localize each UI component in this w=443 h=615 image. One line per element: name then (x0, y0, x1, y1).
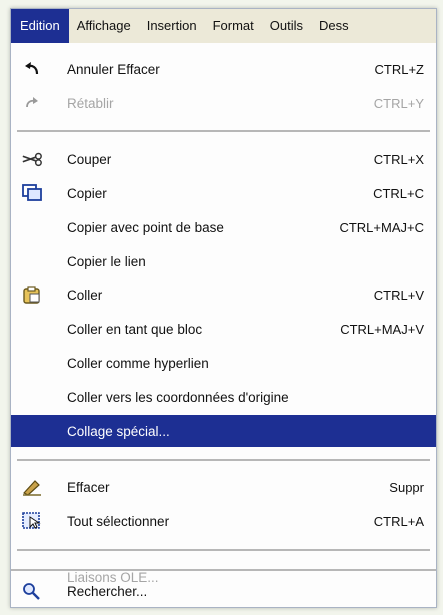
menu-bar: Edition Affichage Insertion Format Outil… (11, 9, 436, 44)
menu-separator (17, 130, 430, 132)
menu-item-coller[interactable]: Coller CTRL+V (11, 279, 436, 311)
menu-item-copier-avec-point-de-base[interactable]: Copier avec point de base CTRL+MAJ+C (11, 211, 436, 243)
menu-item-copier-le-lien[interactable]: Copier le lien (11, 245, 436, 277)
paste-icon (21, 285, 43, 305)
menu-item-annuler-effacer[interactable]: Annuler Effacer CTRL+Z (11, 53, 436, 85)
undo-icon (21, 59, 43, 79)
menu-item-effacer[interactable]: Effacer Suppr (11, 471, 436, 503)
menubar-item-dess[interactable]: Dess (311, 9, 357, 43)
search-icon (21, 581, 43, 601)
copy-icon (21, 183, 43, 203)
edition-dropdown-menu: Annuler Effacer CTRL+Z Rétablir CTRL+Y C… (11, 43, 436, 607)
menu-item-coller-en-tant-que-bloc[interactable]: Coller en tant que bloc CTRL+MAJ+V (11, 313, 436, 345)
scissors-icon (21, 149, 43, 169)
menu-item-coller-comme-hyperlien[interactable]: Coller comme hyperlien (11, 347, 436, 379)
menubar-item-insertion[interactable]: Insertion (139, 9, 205, 43)
menu-item-retablir[interactable]: Rétablir CTRL+Y (11, 87, 436, 119)
menubar-item-affichage[interactable]: Affichage (69, 9, 139, 43)
window-frame: Edition Affichage Insertion Format Outil… (10, 8, 437, 608)
menu-item-tout-selectionner[interactable]: Tout sélectionner CTRL+A (11, 505, 436, 537)
menu-separator (11, 569, 436, 573)
menu-item-collage-special[interactable]: Collage spécial... (11, 415, 436, 447)
select-all-icon (21, 511, 43, 531)
menu-item-coller-vers-coordonnees[interactable]: Coller vers les coordonnées d'origine (11, 381, 436, 413)
menu-item-rechercher[interactable]: Rechercher... (11, 575, 436, 607)
menu-item-copier[interactable]: Copier CTRL+C (11, 177, 436, 209)
menu-separator (17, 459, 430, 461)
menubar-item-outils[interactable]: Outils (262, 9, 311, 43)
menubar-item-format[interactable]: Format (205, 9, 262, 43)
menu-item-couper[interactable]: Couper CTRL+X (11, 143, 436, 175)
eraser-icon (21, 477, 43, 497)
menubar-item-edition[interactable]: Edition (11, 9, 69, 43)
menu-separator (17, 549, 430, 551)
redo-icon (21, 93, 43, 113)
